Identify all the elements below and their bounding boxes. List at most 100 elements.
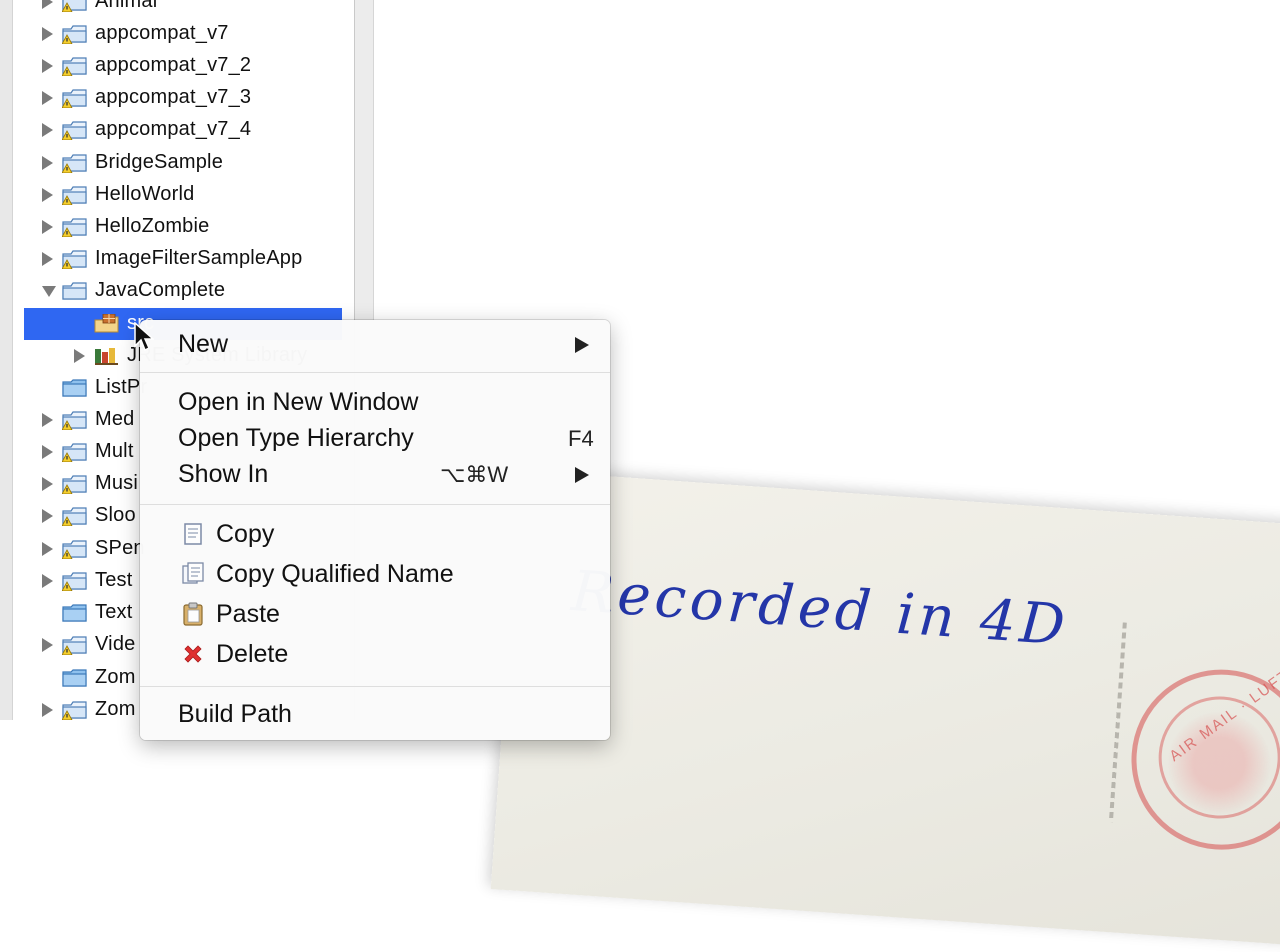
- menu-shortcut: ⌥⌘W: [440, 462, 509, 487]
- disclosure-collapsed-icon[interactable]: [42, 413, 53, 427]
- project-folder-icon: [62, 218, 87, 237]
- disclosure-collapsed-icon[interactable]: [42, 123, 53, 137]
- tree-item[interactable]: appcompat_v7_2: [0, 50, 354, 82]
- tree-item[interactable]: appcompat_v7_4: [0, 114, 354, 146]
- project-folder-icon: [62, 411, 87, 430]
- tree-item-label: Zom: [95, 698, 136, 720]
- disclosure-collapsed-icon[interactable]: [42, 0, 53, 9]
- disclosure-collapsed-icon[interactable]: [42, 574, 53, 588]
- menu-item-new[interactable]: New: [140, 326, 610, 360]
- tree-item[interactable]: Animal: [0, 0, 354, 18]
- project-folder-icon: [62, 540, 87, 559]
- project-folder-icon: [62, 25, 87, 44]
- project-folder-icon: [62, 475, 87, 494]
- tree-item-label: HelloZombie: [95, 215, 210, 237]
- tree-item[interactable]: appcompat_v7_3: [0, 82, 354, 114]
- tree-item[interactable]: BridgeSample: [0, 147, 354, 179]
- menu-item-label: Delete: [216, 640, 289, 668]
- copy-qualified-name-icon: [182, 562, 204, 584]
- menu-item-paste[interactable]: Paste: [140, 596, 610, 630]
- tree-item-label: ImageFilterSampleApp: [95, 247, 303, 269]
- delete-icon: [184, 645, 202, 663]
- folder-icon: [62, 669, 87, 687]
- project-folder-icon: [62, 507, 87, 526]
- tree-item-label: Mult: [95, 440, 134, 462]
- disclosure-collapsed-icon[interactable]: [42, 156, 53, 170]
- tree-item[interactable]: HelloZombie: [0, 211, 354, 243]
- project-folder-icon: [62, 636, 87, 655]
- disclosure-collapsed-icon[interactable]: [42, 703, 53, 717]
- menu-item-build-path[interactable]: Build Path: [140, 696, 610, 730]
- menu-item-copy[interactable]: Copy: [140, 516, 610, 550]
- tree-item[interactable]: appcompat_v7: [0, 18, 354, 50]
- disclosure-collapsed-icon[interactable]: [42, 59, 53, 73]
- menu-item-show-in[interactable]: Show In ⌥⌘W: [140, 456, 610, 490]
- menu-item-label: Open in New Window: [178, 388, 419, 416]
- menu-item-label: Copy: [216, 520, 275, 548]
- menu-item-label: Show In: [178, 460, 269, 488]
- tree-item-label: HelloWorld: [95, 183, 195, 205]
- disclosure-collapsed-icon[interactable]: [42, 91, 53, 105]
- tree-item-label: SPen: [95, 537, 145, 559]
- project-folder-icon: [62, 186, 87, 205]
- disclosure-collapsed-icon[interactable]: [74, 349, 85, 363]
- disclosure-expanded-icon[interactable]: [42, 286, 56, 297]
- disclosure-collapsed-icon[interactable]: [42, 220, 53, 234]
- postcard-text: Recorded in 4D: [569, 558, 1071, 659]
- project-folder-icon: [62, 154, 87, 173]
- context-menu: New Open in New Window Open Type Hierarc…: [140, 320, 610, 740]
- tree-item[interactable]: ImageFilterSampleApp: [0, 243, 354, 275]
- tree-item[interactable]: HelloWorld: [0, 179, 354, 211]
- tree-item-label: Animal: [95, 0, 158, 12]
- tree-item-label: Vide: [95, 633, 136, 655]
- submenu-arrow-icon: [575, 467, 589, 483]
- folder-icon: [62, 604, 87, 622]
- project-folder-icon: [62, 57, 87, 76]
- tree-item-label: appcompat_v7: [95, 22, 229, 44]
- menu-item-copy-qualified-name[interactable]: Copy Qualified Name: [140, 556, 610, 590]
- project-folder-icon: [62, 443, 87, 462]
- project-folder-icon: [62, 121, 87, 140]
- disclosure-collapsed-icon[interactable]: [42, 445, 53, 459]
- postmark-stamp: AIR MAIL · LUFT: [1125, 663, 1280, 856]
- menu-item-delete[interactable]: Delete: [140, 636, 610, 670]
- disclosure-collapsed-icon[interactable]: [42, 638, 53, 652]
- folder-icon: [62, 379, 87, 397]
- menu-item-label: Paste: [216, 600, 280, 628]
- tree-item-label: Text: [95, 601, 133, 623]
- project-folder-icon: [62, 250, 87, 269]
- tree-item-label: Test: [95, 569, 133, 591]
- library-icon: [95, 348, 118, 365]
- menu-item-label: Build Path: [178, 700, 292, 728]
- mouse-pointer-icon: [134, 322, 154, 352]
- paste-icon: [183, 602, 203, 626]
- source-package-folder-icon: [94, 314, 119, 333]
- copy-icon: [184, 523, 202, 545]
- disclosure-collapsed-icon[interactable]: [42, 27, 53, 41]
- menu-item-open-in-new-window[interactable]: Open in New Window: [140, 384, 610, 418]
- menu-separator: [140, 686, 610, 687]
- tree-item-label: Sloo: [95, 504, 136, 526]
- tree-item-label: JavaComplete: [95, 279, 226, 301]
- project-folder-icon: [62, 0, 87, 12]
- disclosure-collapsed-icon[interactable]: [42, 252, 53, 266]
- menu-item-label: Open Type Hierarchy: [178, 424, 414, 452]
- tree-item-label: appcompat_v7_3: [95, 86, 252, 108]
- menu-item-label: Copy Qualified Name: [216, 560, 454, 588]
- menu-separator: [140, 372, 610, 373]
- tree-item-label: BridgeSample: [95, 151, 224, 173]
- project-folder-icon: [62, 701, 87, 720]
- disclosure-collapsed-icon[interactable]: [42, 188, 53, 202]
- disclosure-collapsed-icon[interactable]: [42, 509, 53, 523]
- menu-separator: [140, 504, 610, 505]
- tree-item[interactable]: JavaComplete: [0, 275, 354, 307]
- menu-item-label: New: [178, 330, 229, 358]
- disclosure-collapsed-icon[interactable]: [42, 542, 53, 556]
- menu-shortcut: F4: [568, 426, 594, 451]
- disclosure-collapsed-icon[interactable]: [42, 477, 53, 491]
- project-folder-icon: [62, 282, 87, 300]
- menu-item-open-type-hierarchy[interactable]: Open Type Hierarchy F4: [140, 420, 610, 454]
- tree-item-label: Med: [95, 408, 135, 430]
- postcard-divider: [1108, 622, 1127, 823]
- tree-item-label: appcompat_v7_2: [95, 54, 252, 76]
